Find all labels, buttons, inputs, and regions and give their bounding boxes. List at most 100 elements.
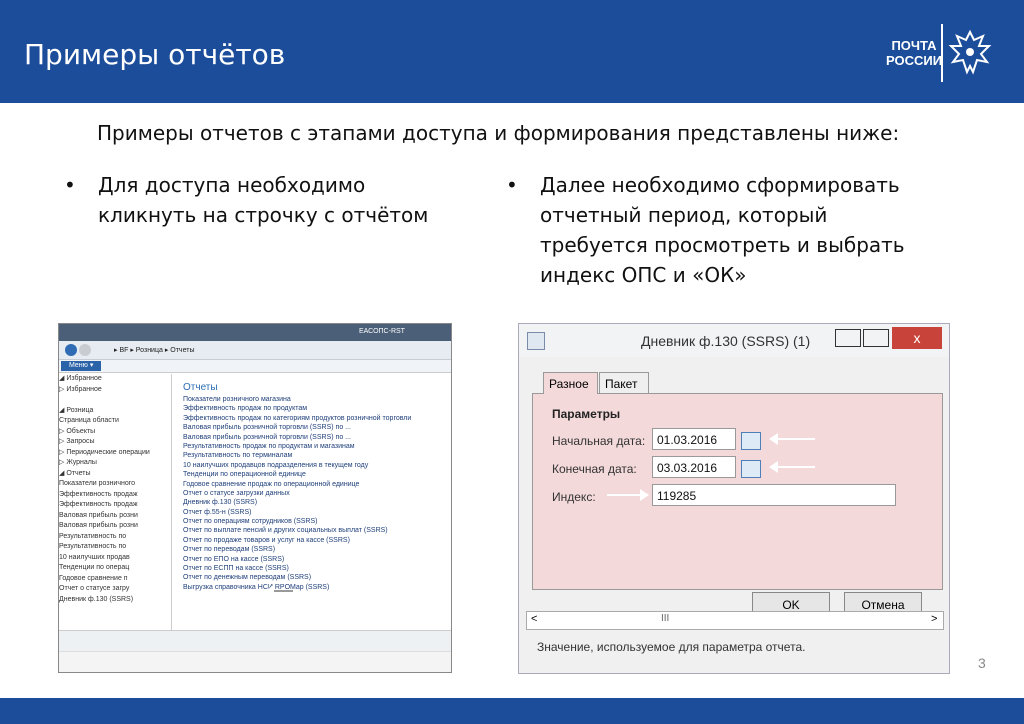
bullet-line: требуется просмотреть и выбрать — [540, 233, 905, 257]
status-bar — [59, 651, 451, 672]
back-icon[interactable] — [65, 344, 77, 356]
dialog-title-bar: Дневник ф.130 (SSRS) (1) x — [519, 324, 949, 357]
index-combobox[interactable]: 119285 ⌄ — [652, 484, 896, 506]
index-value: 119285 — [657, 489, 697, 503]
bullet-line: Для доступа необходимо — [98, 173, 366, 197]
tree-item[interactable]: Валовая прибыль розни — [59, 521, 171, 532]
report-link[interactable]: Дневник ф.130 (SSRS) — [183, 498, 445, 507]
app-title: ЕАСОПС-RST — [359, 328, 405, 335]
address-bar: ▸ BF ▸ Розница ▸ Отчеты — [59, 341, 451, 360]
tree-item[interactable]: Страница области — [59, 416, 171, 427]
tree-item[interactable]: ▷ Периодические операции — [59, 448, 171, 459]
report-link[interactable]: Отчет по операциям сотрудников (SSRS) — [183, 517, 445, 526]
reports-list: Показатели розничного магазина Эффективно… — [183, 395, 445, 592]
bullet-access: • Для доступа необходимо кликнуть на стр… — [64, 170, 429, 230]
reports-pane: Отчеты Показатели розничного магазина Эфф… — [183, 382, 445, 642]
report-link[interactable]: Результативность по терминалам — [183, 451, 445, 460]
report-link[interactable]: Результативность продаж по продуктам и м… — [183, 442, 445, 451]
report-link[interactable]: Отчет ф.55-н (SSRS) — [183, 508, 445, 517]
tree-item[interactable]: ▷ Объекты — [59, 427, 171, 438]
scroll-left-icon[interactable]: < — [531, 613, 537, 625]
report-link[interactable]: Отчет по переводам (SSRS) — [183, 545, 445, 554]
bullet-line: индекс ОПС и «ОК» — [540, 263, 747, 287]
report-parameters-dialog: Дневник ф.130 (SSRS) (1) x Разное Пакет … — [518, 323, 950, 674]
report-link[interactable]: 10 наилучших продавцов подразделения в т… — [183, 461, 445, 470]
eagle-emblem-icon — [941, 24, 997, 82]
tab-batch[interactable]: Пакет — [599, 372, 649, 394]
calendar-icon[interactable] — [741, 460, 761, 478]
start-date-label: Начальная дата: — [552, 434, 646, 448]
intro-text: Примеры отчетов с этапами доступа и форм… — [97, 121, 900, 145]
arrow-left-icon — [769, 461, 815, 473]
maximize-button[interactable] — [863, 329, 889, 347]
bullet-line: кликнуть на строчку с отчётом — [98, 203, 429, 227]
close-button[interactable]: x — [892, 327, 942, 349]
logo-line-1: ПОЧТА — [891, 38, 937, 53]
scroll-thumb[interactable]: III — [661, 613, 669, 624]
tree-item[interactable]: Годовое сравнение п — [59, 574, 171, 585]
logo-line-2: РОССИИ — [885, 53, 943, 68]
breadcrumb: ▸ BF ▸ Розница ▸ Отчеты — [114, 347, 195, 354]
forward-icon[interactable] — [79, 344, 91, 356]
tree-item[interactable]: ◢ Розница — [59, 406, 171, 417]
bullet-line: отчетный период, который — [540, 203, 828, 227]
tree-item[interactable]: Эффективность продаж — [59, 490, 171, 501]
tree-item[interactable]: ▷ Журналы — [59, 458, 171, 469]
slide-title: Примеры отчётов — [24, 38, 286, 71]
minimize-button[interactable] — [835, 329, 861, 347]
tree-item[interactable]: ▷ Избранное — [59, 385, 171, 396]
dialog-app-icon — [527, 332, 545, 350]
tree-item[interactable]: Результативность по — [59, 532, 171, 543]
bullet-line: Далее необходимо сформировать — [540, 173, 900, 197]
index-label: Индекс: — [552, 490, 596, 504]
menu-button[interactable]: Меню ▾ — [61, 361, 102, 371]
tree-item[interactable]: Эффективность продаж — [59, 500, 171, 511]
logo-text: ПОЧТА РОССИИ — [885, 24, 943, 82]
horizontal-scrollbar[interactable]: < III > — [526, 611, 944, 630]
report-link[interactable]: Эффективность продаж по продуктам — [183, 404, 445, 413]
report-link[interactable]: Отчет по ЕПО на кассе (SSRS) — [183, 555, 445, 564]
russian-post-logo: ПОЧТА РОССИИ — [885, 24, 997, 82]
start-date-field[interactable]: 01.03.2016 — [652, 428, 736, 450]
dialog-status-text: Значение, используемое для параметра отч… — [537, 640, 806, 654]
tree-item[interactable]: ◢ Отчеты — [59, 469, 171, 480]
report-link[interactable]: Показатели розничного магазина — [183, 395, 445, 404]
report-link[interactable]: Отчет по выплате пенсий и других социаль… — [183, 526, 445, 535]
bottom-toolbar — [59, 630, 451, 651]
tree-item[interactable]: ◢ Избранное — [59, 374, 171, 385]
tree-item[interactable] — [59, 395, 171, 406]
tree-item[interactable]: Показатели розничного — [59, 479, 171, 490]
menu-bar: Меню ▾ — [59, 360, 451, 373]
report-link[interactable]: Выгрузка справочника НСИ RPOMap (SSRS) — [183, 583, 445, 592]
slide-header: Примеры отчётов ПОЧТА РОССИИ — [0, 0, 1024, 103]
tab-misc[interactable]: Разное — [543, 372, 598, 394]
page-number: 3 — [978, 655, 986, 671]
end-date-label: Конечная дата: — [552, 462, 637, 476]
report-link[interactable]: Годовое сравнение продаж по операционной… — [183, 480, 445, 489]
report-link[interactable]: Отчет о статусе загрузки данных — [183, 489, 445, 498]
report-link[interactable]: Тенденции по операционной единице — [183, 470, 445, 479]
tree-item[interactable]: Дневник ф.130 (SSRS) — [59, 595, 171, 606]
bullet-dot: • — [506, 173, 518, 197]
end-date-field[interactable]: 03.03.2016 — [652, 456, 736, 478]
bullet-form: • Далее необходимо сформировать отчетный… — [506, 170, 905, 290]
report-link[interactable]: Валовая прибыль розничной торговли (SSRS… — [183, 433, 445, 442]
report-link[interactable]: Валовая прибыль розничной торговли (SSRS… — [183, 423, 445, 432]
scroll-right-icon[interactable]: > — [931, 613, 937, 625]
report-link[interactable]: Отчет по ЕСПП на кассе (SSRS) — [183, 564, 445, 573]
report-link[interactable]: Отчет по денежным переводам (SSRS) — [183, 573, 445, 582]
tree-item[interactable]: Валовая прибыль розни — [59, 511, 171, 522]
nav-tree: ◢ Избранное ▷ Избранное ◢ Розница Страниц… — [59, 374, 172, 644]
parameters-group-label: Параметры — [552, 407, 621, 421]
tree-item[interactable]: Результативность по — [59, 542, 171, 553]
tree-item[interactable]: Отчет о статусе загру — [59, 584, 171, 595]
calendar-icon[interactable] — [741, 432, 761, 450]
tree-item[interactable]: 10 наилучших продав — [59, 553, 171, 564]
report-link[interactable]: Эффективность продаж по категориям проду… — [183, 414, 445, 423]
arrow-left-icon — [769, 433, 815, 445]
tree-item[interactable]: ▷ Запросы — [59, 437, 171, 448]
report-link[interactable]: Отчет по продаже товаров и услуг на касс… — [183, 536, 445, 545]
bullet-dot: • — [64, 173, 76, 197]
slide-footer — [0, 698, 1024, 724]
tree-item[interactable]: Тенденции по операц — [59, 563, 171, 574]
